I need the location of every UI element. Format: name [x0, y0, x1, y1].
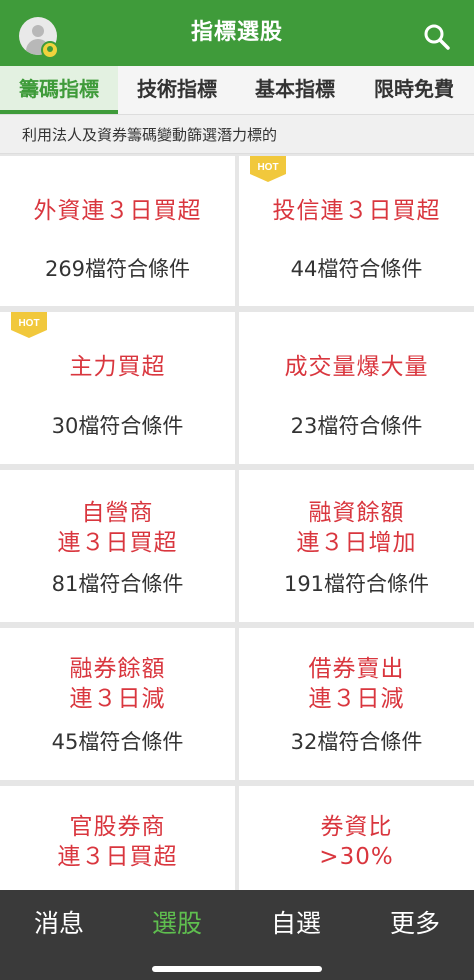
card-title-line2: 連３日減 — [308, 686, 405, 712]
screener-card-margin-increase[interactable]: 融資餘額 連３日增加 191檔符合條件 — [239, 470, 474, 622]
hot-badge-label: HOT — [18, 318, 39, 329]
card-title-line1: 融資餘額 — [308, 500, 405, 526]
screener-card-dealer-buy[interactable]: 自營商 連３日買超 81檔符合條件 — [0, 470, 235, 622]
card-title: 成交量爆大量 — [284, 354, 429, 380]
bottom-tab-more[interactable]: 更多 — [356, 890, 474, 958]
card-title-line2: >30% — [319, 844, 394, 870]
bottom-tab-watchlist[interactable]: 自選 — [236, 890, 356, 958]
screener-card-short-margin-ratio[interactable]: 券資比 >30% — [239, 786, 474, 890]
tab-fundamental-indicators[interactable]: 基本指標 — [236, 66, 354, 114]
card-count: 23檔符合條件 — [290, 414, 423, 438]
hot-badge: HOT — [250, 156, 286, 182]
card-count: 30檔符合條件 — [51, 414, 184, 438]
screener-card-gov-broker-buy[interactable]: 官股券商 連３日買超 — [0, 786, 235, 890]
card-count: 191檔符合條件 — [283, 572, 430, 596]
card-title-line1: 券資比 — [320, 814, 393, 840]
top-bar: 指標選股 — [0, 0, 474, 66]
screener-card-foreign-buy[interactable]: 外資連３日買超 269檔符合條件 — [0, 156, 235, 306]
category-tabs: 籌碼指標 技術指標 基本指標 限時免費 — [0, 66, 474, 114]
card-title-line1: 官股券商 — [69, 814, 166, 840]
search-icon[interactable] — [422, 22, 452, 52]
hot-badge: HOT — [11, 312, 47, 338]
card-title-line2: 連３日買超 — [57, 844, 178, 870]
page-title: 指標選股 — [190, 20, 283, 45]
card-count: 81檔符合條件 — [51, 572, 184, 596]
home-indicator[interactable] — [152, 966, 322, 972]
screener-card-short-decrease[interactable]: 融券餘額 連３日減 45檔符合條件 — [0, 628, 235, 780]
card-count: 44檔符合條件 — [290, 257, 423, 281]
card-title: 投信連３日買超 — [272, 198, 441, 224]
screener-card-trust-buy[interactable]: HOT 投信連３日買超 44檔符合條件 — [239, 156, 474, 306]
tab-limited-free[interactable]: 限時免費 — [354, 66, 474, 114]
card-title-line2: 連３日買超 — [57, 530, 178, 556]
card-title-line1: 自營商 — [81, 500, 154, 526]
bottom-tab-screener[interactable]: 選股 — [118, 890, 236, 958]
card-title-line1: 融券餘額 — [69, 656, 166, 682]
card-title: 外資連３日買超 — [33, 198, 202, 224]
screener-card-volume-surge[interactable]: 成交量爆大量 23檔符合條件 — [239, 312, 474, 464]
tab-technical-indicators[interactable]: 技術指標 — [118, 66, 236, 114]
bottom-tab-news[interactable]: 消息 — [0, 890, 118, 958]
card-count: 45檔符合條件 — [51, 730, 184, 754]
screener-card-sbl-sell-decrease[interactable]: 借券賣出 連３日減 32檔符合條件 — [239, 628, 474, 780]
screener-card-main-force-buy[interactable]: HOT 主力買超 30檔符合條件 — [0, 312, 235, 464]
card-title: 主力買超 — [69, 354, 166, 380]
card-count: 269檔符合條件 — [44, 257, 191, 281]
card-title-line1: 借券賣出 — [308, 656, 405, 682]
hot-badge-label: HOT — [257, 162, 278, 173]
tab-chip-indicators[interactable]: 籌碼指標 — [0, 66, 118, 114]
card-title-line2: 連３日減 — [69, 686, 166, 712]
section-description: 利用法人及資券籌碼變動篩選潛力標的 — [0, 114, 474, 154]
card-count: 32檔符合條件 — [290, 730, 423, 754]
card-title-line2: 連３日增加 — [296, 530, 417, 556]
